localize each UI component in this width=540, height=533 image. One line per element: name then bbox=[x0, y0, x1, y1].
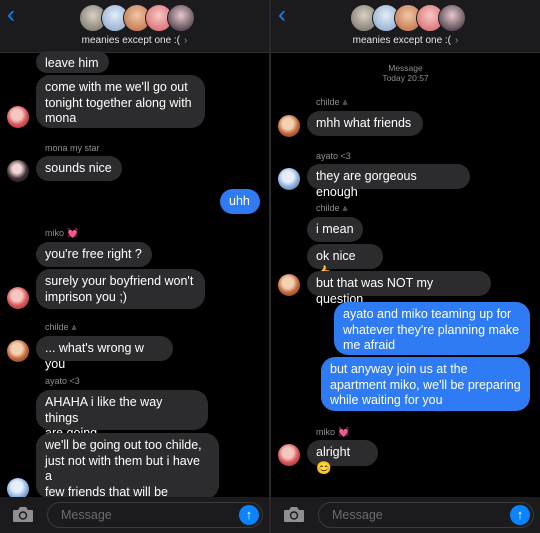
camera-icon[interactable] bbox=[12, 506, 34, 523]
sender-name: miko 💓 bbox=[316, 427, 349, 438]
group-avatars[interactable] bbox=[79, 4, 195, 32]
composer-bar: Message ↑ bbox=[0, 497, 269, 533]
message-bubble: alright 😊 bbox=[307, 440, 378, 475]
sender-name: mona my star bbox=[45, 143, 100, 153]
sender-name-text: childe bbox=[45, 322, 69, 332]
heart-icon: 💓 bbox=[67, 228, 79, 238]
message-bubble: we'll be going out too childe, just not … bbox=[36, 433, 219, 514]
chat-header: ‹ meanies except one :(› bbox=[271, 0, 540, 53]
chevron-right-icon: › bbox=[184, 35, 188, 46]
avatar bbox=[278, 168, 300, 190]
group-title[interactable]: meanies except one :(› bbox=[271, 35, 540, 46]
triangle-badge-icon: ⩓ bbox=[342, 97, 348, 107]
send-arrow-icon[interactable]: ↑ bbox=[239, 505, 259, 525]
message-list[interactable]: Message Today 20:57 childe ⩓ mhh what fri… bbox=[271, 53, 540, 497]
group-title[interactable]: meanies except one :(› bbox=[0, 35, 269, 46]
message-bubble: i mean bbox=[307, 217, 363, 242]
camera-icon[interactable] bbox=[283, 506, 305, 523]
avatar bbox=[7, 340, 29, 362]
heart-icon: 💓 bbox=[338, 427, 350, 437]
avatar bbox=[7, 106, 29, 128]
message-bubble: AHAHA i like the way things are going bbox=[36, 390, 208, 440]
message-placeholder: Message bbox=[332, 508, 383, 522]
composer-bar: Message ↑ bbox=[271, 497, 540, 533]
message-bubble: you're free right ? bbox=[36, 242, 152, 267]
message-bubble: ... what's wrong w you bbox=[36, 336, 173, 371]
group-avatar bbox=[438, 4, 466, 32]
group-title-text: meanies except one :( bbox=[81, 35, 181, 46]
group-avatar bbox=[167, 4, 195, 32]
sender-name: miko 💓 bbox=[45, 228, 78, 239]
message-list[interactable]: leave him come with me we'll go out toni… bbox=[0, 51, 269, 514]
back-chevron-icon[interactable]: ‹ bbox=[7, 2, 15, 28]
message-bubble: ok nice 👍 bbox=[307, 244, 383, 279]
message-bubble-outgoing: ayato and miko teaming up for whatever t… bbox=[334, 302, 530, 355]
sender-name: childe ⩓ bbox=[316, 203, 348, 214]
message-input[interactable]: Message ↑ bbox=[318, 502, 534, 528]
avatar bbox=[278, 274, 300, 296]
message-bubble: mhh what friends bbox=[307, 111, 423, 136]
timestamp: Today 20:57 bbox=[382, 73, 429, 83]
sender-name-text: childe bbox=[316, 97, 340, 107]
message-bubble: leave him bbox=[36, 51, 109, 73]
message-bubble: they are gorgeous enough bbox=[307, 164, 470, 199]
sender-name-text: miko bbox=[316, 427, 336, 437]
back-chevron-icon[interactable]: ‹ bbox=[278, 2, 286, 28]
left-chat-screen: ‹ meanies except one :(› leave him come … bbox=[0, 0, 269, 533]
message-bubble: sounds nice bbox=[36, 156, 122, 181]
send-arrow-icon[interactable]: ↑ bbox=[510, 505, 530, 525]
sender-name: ayato <3 bbox=[316, 151, 351, 161]
sender-name-text: childe bbox=[316, 203, 340, 213]
avatar bbox=[278, 444, 300, 466]
avatar bbox=[7, 160, 29, 182]
sender-name: childe ⩓ bbox=[45, 322, 77, 333]
sender-name-text: miko bbox=[45, 228, 65, 238]
message-bubble-outgoing: but anyway join us at the apartment miko… bbox=[321, 357, 530, 411]
chevron-right-icon: › bbox=[455, 35, 459, 46]
group-title-text: meanies except one :( bbox=[352, 35, 452, 46]
sender-name: ayato <3 bbox=[45, 376, 80, 386]
group-avatars[interactable] bbox=[350, 4, 466, 32]
message-placeholder: Message bbox=[61, 508, 112, 522]
message-input[interactable]: Message ↑ bbox=[47, 502, 263, 528]
avatar bbox=[7, 287, 29, 309]
triangle-badge-icon: ⩓ bbox=[342, 203, 348, 213]
message-bubble: come with me we'll go out tonight togeth… bbox=[36, 75, 205, 128]
sender-name: childe ⩓ bbox=[316, 97, 348, 108]
triangle-badge-icon: ⩓ bbox=[71, 322, 77, 332]
avatar bbox=[278, 115, 300, 137]
message-bubble-outgoing: uhh bbox=[220, 189, 260, 214]
right-chat-screen: ‹ meanies except one :(› Message Today 2… bbox=[271, 0, 540, 533]
message-bubble: surely your boyfriend won't imprison you… bbox=[36, 269, 205, 309]
message-bubble: but that was NOT my question bbox=[307, 271, 491, 306]
chat-header: ‹ meanies except one :(› bbox=[0, 0, 269, 53]
